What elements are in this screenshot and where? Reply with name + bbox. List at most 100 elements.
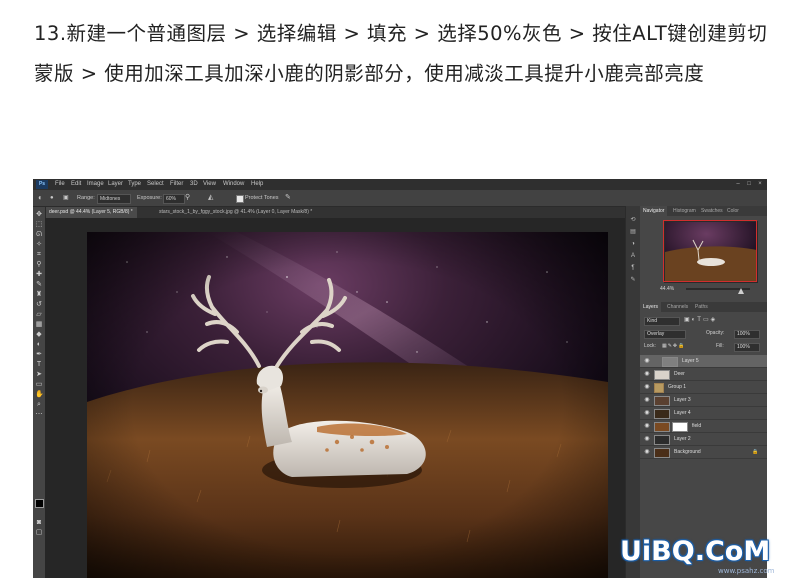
zoom-slider[interactable] [686,288,750,294]
airbrush-icon[interactable]: ⚲ [185,190,190,206]
visibility-eye-icon[interactable]: ◉ [644,358,650,364]
blur-icon[interactable]: ◆ [35,331,43,339]
crop-icon[interactable]: ⌗ [35,251,43,259]
layer-filter-kind[interactable]: Kind [644,317,680,326]
zoom-slider-knob[interactable] [738,288,744,294]
move-icon[interactable]: ✥ [35,211,43,219]
maximize-icon[interactable]: □ [744,180,754,189]
menu-select[interactable]: Select [147,179,164,190]
adjustments-panel-icon[interactable]: ◑ [629,240,637,248]
angle-icon[interactable]: ◭ [208,190,213,206]
menu-file[interactable]: File [55,179,65,190]
layer-row[interactable]: ◉ Layer 3 [640,394,767,407]
visibility-eye-icon[interactable]: ◉ [644,423,650,429]
dodge-tool-icon[interactable]: ◐ [38,190,43,206]
opacity-field[interactable]: 100% [734,330,760,339]
lasso-icon[interactable]: ᘏ [35,231,43,239]
blend-mode-select[interactable]: Overlay [644,330,686,339]
layer-name: Group 1 [668,384,687,390]
hand-icon[interactable]: ✋ [35,391,44,399]
layer-name: Layer 4 [674,410,691,416]
brush-panel-icon[interactable]: ✎ [629,276,637,284]
visibility-eye-icon[interactable]: ◉ [644,397,650,403]
tab-paths[interactable]: Paths [692,302,711,312]
layer-mask-thumbnail[interactable] [672,422,688,432]
quick-select-icon[interactable]: ✧ [35,241,43,249]
zoom-icon[interactable]: ⌕ [35,401,43,409]
screen-mode-icon[interactable]: ▢ [35,529,43,537]
menu-filter[interactable]: Filter [170,179,183,190]
brush-preset-icon[interactable]: ● [50,190,54,206]
panel-icon-strip: ⟲ ▤ ◑ A ¶ ✎ [625,206,640,578]
path-select-icon[interactable]: ➤ [35,371,43,379]
foreground-color-swatch[interactable] [35,499,44,508]
layer-row[interactable]: ◉ Deer [640,368,767,381]
quick-mask-icon[interactable]: ◙ [35,519,43,527]
menu-edit[interactable]: Edit [71,179,81,190]
gradient-icon[interactable]: ▦ [35,321,43,329]
tab-navigator[interactable]: Navigator [640,206,668,216]
layer-row[interactable]: ◉ Group 1 [640,381,767,394]
layer-row[interactable]: ◉ field [640,420,767,433]
close-icon[interactable]: × [755,180,765,189]
brush-settings-icon[interactable]: ▣ [63,190,69,206]
layer-name: Background [674,449,701,455]
fill-field[interactable]: 100% [734,343,760,352]
opacity-label: Opacity: [706,330,725,336]
paragraph-panel-icon[interactable]: ¶ [629,264,637,272]
menu-bar: Ps File Edit Image Layer Type Select Fil… [33,179,767,190]
marquee-icon[interactable]: ⬚ [35,221,43,229]
eraser-icon[interactable]: ▱ [35,311,43,319]
pen-icon[interactable]: ✒ [35,351,43,359]
stamp-icon[interactable]: ♜ [35,291,43,299]
tab-histogram[interactable]: Histogram [670,206,699,216]
layer-name: Deer [674,371,685,377]
menu-view[interactable]: View [203,179,216,190]
range-select[interactable]: Midtones [97,194,131,204]
exposure-field[interactable]: 60% [163,194,185,204]
layer-row[interactable]: ◉ Layer 2 [640,433,767,446]
canvas-area[interactable] [45,218,625,578]
doc-tab-deer[interactable]: deer.psd @ 44.4% (Layer 5, RGB/8) * [45,207,137,218]
visibility-eye-icon[interactable]: ◉ [644,436,650,442]
menu-type[interactable]: Type [128,179,141,190]
minimize-icon[interactable]: – [733,180,743,189]
layer-row[interactable]: ◉ Layer 4 [640,407,767,420]
layer-filter-icons[interactable]: ▣◐T▭◈ [684,316,717,324]
more-icon[interactable]: ⋯ [35,411,43,419]
visibility-eye-icon[interactable]: ◉ [644,410,650,416]
tab-color[interactable]: Color [724,206,742,216]
visibility-eye-icon[interactable]: ◉ [644,371,650,377]
layer-thumbnail [654,435,670,445]
visibility-eye-icon[interactable]: ◉ [644,384,650,390]
type-icon[interactable]: T [35,361,43,369]
eyedropper-icon[interactable]: ⚲ [35,261,43,269]
dodge-icon[interactable]: ◐ [35,341,43,349]
pressure-icon[interactable]: ✎ [285,190,291,206]
heal-icon[interactable]: ✚ [35,271,43,279]
visibility-eye-icon[interactable]: ◉ [644,449,650,455]
zoom-value[interactable]: 44.4% [660,286,674,292]
history-panel-icon[interactable]: ⟲ [629,216,637,224]
protect-tones-checkbox[interactable] [236,195,244,203]
layer-row[interactable]: ◉ Background 🔒 [640,446,767,459]
menu-layer[interactable]: Layer [108,179,123,190]
menu-3d[interactable]: 3D [190,179,198,190]
menu-image[interactable]: Image [87,179,104,190]
fill-label: Fill: [716,343,724,349]
history-brush-icon[interactable]: ↺ [35,301,43,309]
menu-window[interactable]: Window [223,179,244,190]
doc-tab-stars[interactable]: stars_stock_1_by_fggy_stock.jpg @ 41.4% … [155,207,316,218]
shape-icon[interactable]: ▭ [35,381,43,389]
character-panel-icon[interactable]: A [629,252,637,260]
brush-icon[interactable]: ✎ [35,281,43,289]
tab-layers[interactable]: Layers [640,302,662,312]
menu-help[interactable]: Help [251,179,263,190]
tab-swatches[interactable]: Swatches [698,206,726,216]
layer-thumbnail [654,370,670,380]
lock-icons[interactable]: ▦✎✥🔒 [662,342,685,350]
tab-channels[interactable]: Channels [664,302,691,312]
properties-panel-icon[interactable]: ▤ [629,228,637,236]
layer-row[interactable]: ◉ Layer 5 [640,355,767,368]
navigator-view-box[interactable] [663,220,757,282]
